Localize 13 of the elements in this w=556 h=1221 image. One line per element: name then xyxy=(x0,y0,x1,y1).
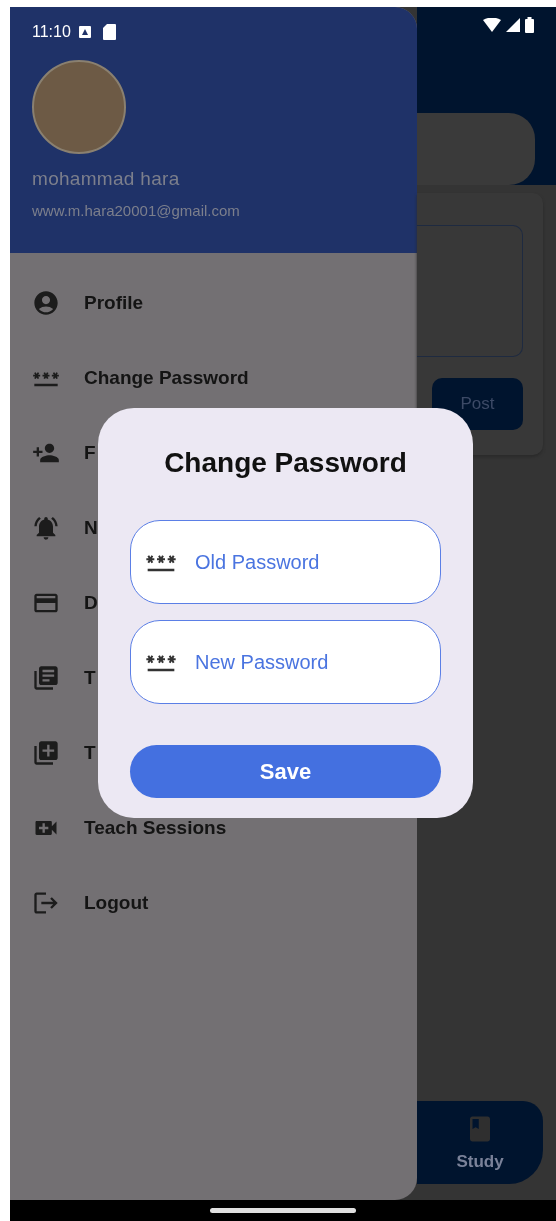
menu-item-label: Logout xyxy=(84,891,149,914)
dialog-title: Change Password xyxy=(163,446,408,480)
menu-item-label: Change Password xyxy=(84,366,249,389)
status-time: 11:10 xyxy=(32,23,71,41)
menu-item-label: F xyxy=(84,441,96,464)
menu-item-label: T xyxy=(84,666,96,689)
user-name: mohammad hara xyxy=(32,168,181,190)
menu-item-label: T xyxy=(84,741,96,764)
menu-item-label: Teach Sessions xyxy=(84,816,227,839)
menu-item-label: N xyxy=(84,516,98,539)
user-email: www.m.hara20001@gmail.com xyxy=(32,202,241,219)
menu-item-label: Profile xyxy=(84,291,144,314)
menu-item-label: D xyxy=(84,591,98,614)
